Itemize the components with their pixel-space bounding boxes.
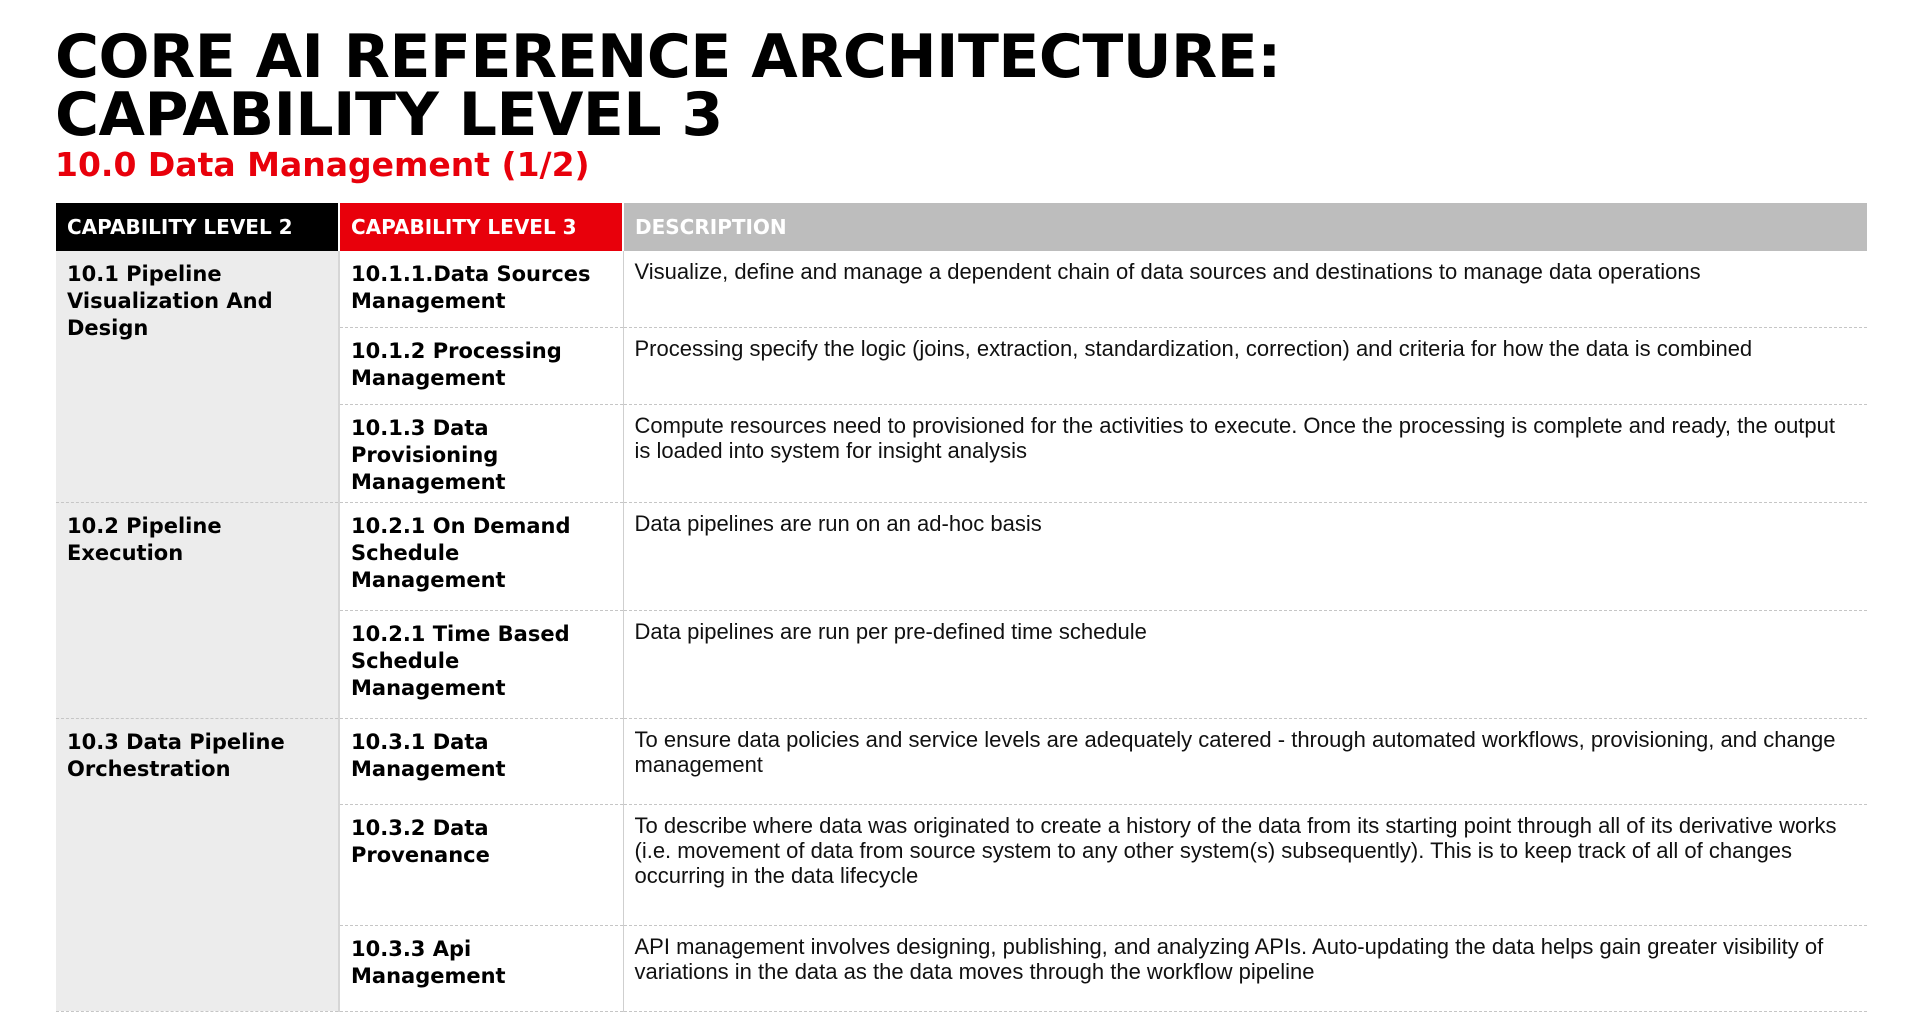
table-row: 10.2 Pipeline Execution 10.2.1 On Demand… (56, 502, 1867, 719)
table-row: 10.1 Pipeline Visualization And Design 1… (56, 251, 1867, 503)
page-title: CORE AI REFERENCE ARCHITECTURE: CAPABILI… (55, 27, 1281, 145)
section-subtitle: 10.0 Data Management (1/2) (55, 145, 590, 184)
description-cell: Visualize, define and manage a dependent… (623, 251, 1867, 328)
description-cell: Data pipelines are run per pre-defined t… (623, 610, 1867, 719)
table-row: 10.3 Data Pipeline Orchestration 10.3.1 … (56, 718, 1867, 1012)
level3-cell: 10.3.1 Data Management (339, 718, 624, 805)
level2-cell: 10.2 Pipeline Execution (56, 502, 340, 719)
level3-cell: 10.1.1.Data Sources Management (339, 251, 624, 328)
level2-cell: 10.1 Pipeline Visualization And Design (56, 251, 340, 503)
title-line-2: CAPABILITY LEVEL 3 (55, 80, 723, 150)
level3-cell: 10.1.3 Data Provisioning Management (339, 404, 624, 503)
description-cell: Data pipelines are run on an ad-hoc basi… (623, 502, 1867, 611)
description-cell: To ensure data policies and service leve… (623, 718, 1867, 805)
description-cell: Compute resources need to provisioned fo… (623, 404, 1867, 503)
table-header-row: CAPABILITY LEVEL 2 CAPABILITY LEVEL 3 DE… (56, 203, 1867, 251)
level3-cell: 10.2.1 On Demand Schedule Management (339, 502, 624, 611)
column-header-level2: CAPABILITY LEVEL 2 (56, 203, 340, 251)
level3-cell: 10.3.2 Data Provenance (339, 804, 624, 926)
level3-cell: 10.1.2 Processing Management (339, 327, 624, 405)
description-cell: To describe where data was originated to… (623, 804, 1867, 926)
level3-cell: 10.2.1 Time Based Schedule Management (339, 610, 624, 719)
description-cell: Processing specify the logic (joins, ext… (623, 327, 1867, 405)
level2-cell: 10.3 Data Pipeline Orchestration (56, 718, 340, 1012)
level3-cell: 10.3.3 Api Management (339, 925, 624, 1012)
description-cell: API management involves designing, publi… (623, 925, 1867, 1012)
capability-table: CAPABILITY LEVEL 2 CAPABILITY LEVEL 3 DE… (56, 203, 1867, 1012)
column-header-level3: CAPABILITY LEVEL 3 (339, 203, 624, 251)
column-header-description: DESCRIPTION (623, 203, 1867, 251)
